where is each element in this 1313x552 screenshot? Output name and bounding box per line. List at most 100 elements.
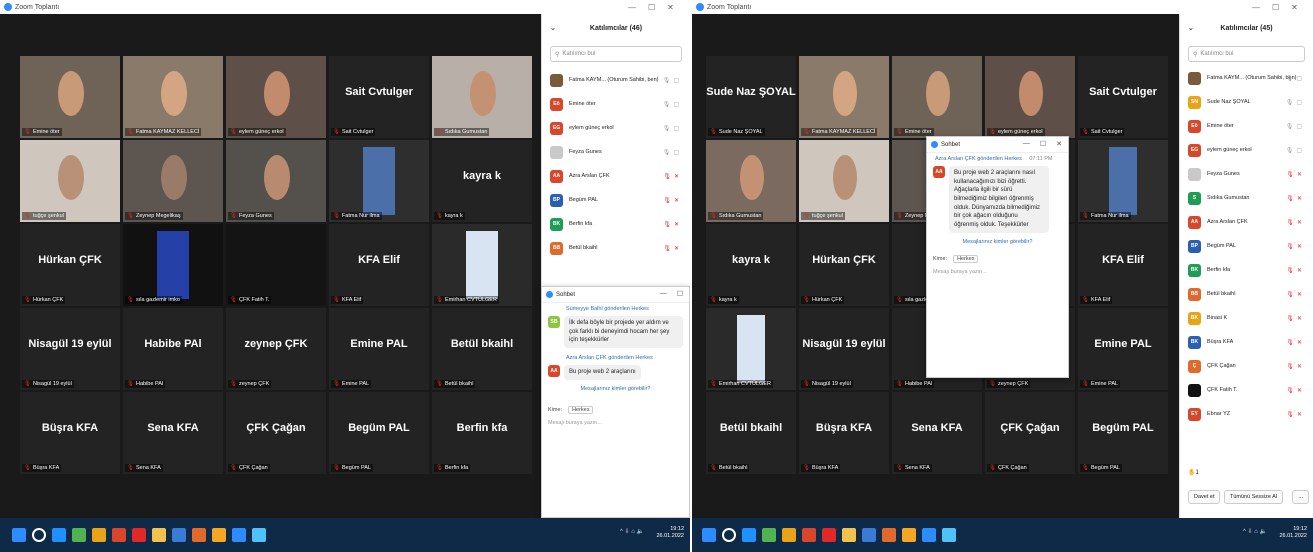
participant-row[interactable]: BB Betül bkaihl 🎙✕ <box>1180 282 1313 306</box>
app-icon[interactable] <box>902 528 916 542</box>
video-tile[interactable]: kayra k 🎙 kayra k <box>706 224 796 306</box>
windows-start-icon[interactable] <box>702 528 716 542</box>
invite-button[interactable]: Davet et <box>1188 490 1221 504</box>
video-tile[interactable]: Sena KFA 🎙 Sena KFA <box>123 392 223 474</box>
video-tile[interactable]: 🎙 Fatma Nur ilma <box>329 140 429 222</box>
participant-row[interactable]: EG eylem güneç erkol 🎙▢ <box>1180 138 1313 162</box>
participant-row[interactable]: BK Berfin kfa 🎙✕ <box>542 212 690 236</box>
participant-row[interactable]: Feyza Gunes 🎙▢ <box>542 140 690 164</box>
app-icon[interactable] <box>132 528 146 542</box>
app-icon[interactable] <box>232 528 246 542</box>
store-icon[interactable] <box>862 528 876 542</box>
chat-input[interactable]: Mesajı buraya yazın... <box>542 416 689 430</box>
video-tile[interactable]: Habibe PAl 🎙 Habibe PAl <box>123 308 223 390</box>
participant-search-input[interactable]: ⚲ Katılımcı bul <box>550 46 682 62</box>
video-tile[interactable]: Nisagül 19 eylül 🎙 Nisagül 19 eylül <box>20 308 120 390</box>
close-icon[interactable]: ✕ <box>667 3 674 12</box>
video-tile[interactable]: Büşra KFA 🎙 Büşra KFA <box>20 392 120 474</box>
video-tile[interactable]: zeynep ÇFK 🎙 zeynep ÇFK <box>226 308 326 390</box>
chat-input[interactable]: Mesajı buraya yazın... <box>927 265 1068 279</box>
video-tile[interactable]: 🎙 Emirhan CVTÜLGER <box>432 224 532 306</box>
video-tile[interactable]: Sude Naz ŞOYAL 🎙 Sude Naz ŞOYAL <box>706 56 796 138</box>
video-tile[interactable]: 🎙 eylem güneç erkol <box>226 56 326 138</box>
participant-row[interactable]: SN Sude Naz ŞOYAL 🎙▢ <box>1180 90 1313 114</box>
close-icon[interactable]: ✕ <box>1056 140 1062 148</box>
app-icon[interactable] <box>922 528 936 542</box>
file-explorer-icon[interactable] <box>842 528 856 542</box>
video-tile[interactable]: 🎙 Emine öter <box>892 56 982 138</box>
who-can-see-link[interactable]: Mesajlarınız kimler görebilir? <box>927 237 1068 247</box>
video-tile[interactable]: Sait Cvtulger 🎙 Sait Cvtulger <box>1078 56 1168 138</box>
video-tile[interactable]: ÇFK Çağan 🎙 ÇFK Çağan <box>985 392 1075 474</box>
video-tile[interactable]: Sait Cvtulger 🎙 Sait Cvtulger <box>329 56 429 138</box>
video-tile[interactable]: 🎙 Emirhan CVTÜLGER <box>706 308 796 390</box>
video-tile[interactable]: 🎙 Sıdıka Gumustan <box>432 56 532 138</box>
who-can-see-link[interactable]: Mesajlarınız kimler görebilir? <box>542 384 689 394</box>
video-tile[interactable]: Büşra KFA 🎙 Büşra KFA <box>799 392 889 474</box>
participant-row[interactable]: EY Ebnar YZ 🎙✕ <box>1180 402 1313 426</box>
participant-row[interactable]: BP Begüm PAL 🎙✕ <box>1180 234 1313 258</box>
participant-row[interactable]: BP Begüm PAL 🎙✕ <box>542 188 690 212</box>
participant-row[interactable]: Fatma KAYM... (Oturum Sahibi, ben) 🎙▢ <box>1180 66 1313 90</box>
recipient-select[interactable]: Herkes <box>568 405 594 414</box>
video-tile[interactable]: Hürkan ÇFK 🎙 Hürkan ÇFK <box>20 224 120 306</box>
participant-row[interactable]: Ç ÇFK Çağan 🎙✕ <box>1180 354 1313 378</box>
search-icon[interactable] <box>32 528 46 542</box>
video-tile[interactable]: ÇFK Çağan 🎙 ÇFK Çağan <box>226 392 326 474</box>
windows-start-icon[interactable] <box>12 528 26 542</box>
participant-row[interactable]: AA Azra Arslan ÇFK 🎙✕ <box>542 164 690 188</box>
maximize-icon[interactable]: ☐ <box>1040 140 1046 148</box>
participant-row[interactable]: Fatma KAYM... (Oturum Sahibi, ben) 🎙▢ <box>542 68 690 92</box>
minimize-icon[interactable]: — <box>628 3 636 12</box>
app-icon[interactable] <box>92 528 106 542</box>
participant-row[interactable]: S Sıdıka Gumustan 🎙✕ <box>1180 186 1313 210</box>
video-tile[interactable]: Begüm PAL 🎙 Begüm PAL <box>1078 392 1168 474</box>
store-icon[interactable] <box>172 528 186 542</box>
video-tile[interactable]: Begüm PAL 🎙 Begüm PAL <box>329 392 429 474</box>
title-bar[interactable]: Zoom Toplantı <box>0 0 690 14</box>
recipient-select[interactable]: Herkes <box>953 254 979 263</box>
minimize-icon[interactable]: — <box>660 290 667 298</box>
video-tile[interactable]: Betül bkaihl 🎙 Betül bkaihl <box>432 308 532 390</box>
file-explorer-icon[interactable] <box>152 528 166 542</box>
task-view-icon[interactable] <box>742 528 756 542</box>
app-icon[interactable] <box>762 528 776 542</box>
video-tile[interactable]: Sena KFA 🎙 Sena KFA <box>892 392 982 474</box>
task-view-icon[interactable] <box>52 528 66 542</box>
minimize-icon[interactable]: — <box>1252 3 1260 12</box>
maximize-icon[interactable]: ☐ <box>648 3 655 12</box>
video-tile[interactable]: 🎙 Fatma Nur ilma <box>1078 140 1168 222</box>
participant-row[interactable]: AA Azra Arslan ÇFK 🎙✕ <box>1180 210 1313 234</box>
chevron-down-icon[interactable]: ⌄ <box>550 24 556 32</box>
close-icon[interactable]: ✕ <box>1291 3 1298 12</box>
app-icon[interactable] <box>882 528 896 542</box>
video-tile[interactable]: 🎙 eylem güneç erkol <box>985 56 1075 138</box>
mute-all-button[interactable]: Tümünü Sessize Al <box>1224 490 1284 504</box>
participant-row[interactable]: BK Berfin kfa 🎙✕ <box>1180 258 1313 282</box>
participant-search-input[interactable]: ⚲ Katılımcı bul <box>1188 46 1305 62</box>
app-icon[interactable] <box>212 528 226 542</box>
participant-row[interactable]: Eö Emine öter 🎙▢ <box>1180 114 1313 138</box>
zoom-app-icon[interactable] <box>942 528 956 542</box>
participant-row[interactable]: BK Büşra KFA 🎙✕ <box>1180 330 1313 354</box>
search-icon[interactable] <box>722 528 736 542</box>
app-icon[interactable] <box>822 528 836 542</box>
video-tile[interactable]: 🎙 Sıdıka Gumustan <box>706 140 796 222</box>
video-tile[interactable]: Hürkan ÇFK 🎙 Hürkan ÇFK <box>799 224 889 306</box>
maximize-icon[interactable]: ☐ <box>677 290 683 298</box>
video-tile[interactable]: Emine PAL 🎙 Emine PAL <box>329 308 429 390</box>
participant-row[interactable]: BB Betül bkaihl 🎙✕ <box>542 236 690 260</box>
app-icon[interactable] <box>192 528 206 542</box>
video-tile[interactable]: Betül bkaihl 🎙 Betül bkaihl <box>706 392 796 474</box>
participant-row[interactable]: BK Binasi K 🎙✕ <box>1180 306 1313 330</box>
video-tile[interactable]: 🎙 Emine öter <box>20 56 120 138</box>
video-tile[interactable]: 🎙 ÇFK Fatih T. <box>226 224 326 306</box>
video-tile[interactable]: 🎙 Feyza Gunes <box>226 140 326 222</box>
video-tile[interactable]: Emine PAL 🎙 Emine PAL <box>1078 308 1168 390</box>
participant-row[interactable]: ÇFK Fatih T. 🎙✕ <box>1180 378 1313 402</box>
maximize-icon[interactable]: ☐ <box>1272 3 1279 12</box>
video-tile[interactable]: 🎙 tuğçe şenkul <box>20 140 120 222</box>
video-tile[interactable]: kayra k 🎙 kayra k <box>432 140 532 222</box>
video-tile[interactable]: 🎙 Fatma KAYMAZ KELLECİ <box>799 56 889 138</box>
video-tile[interactable]: KFA Elif 🎙 KFA Elif <box>1078 224 1168 306</box>
